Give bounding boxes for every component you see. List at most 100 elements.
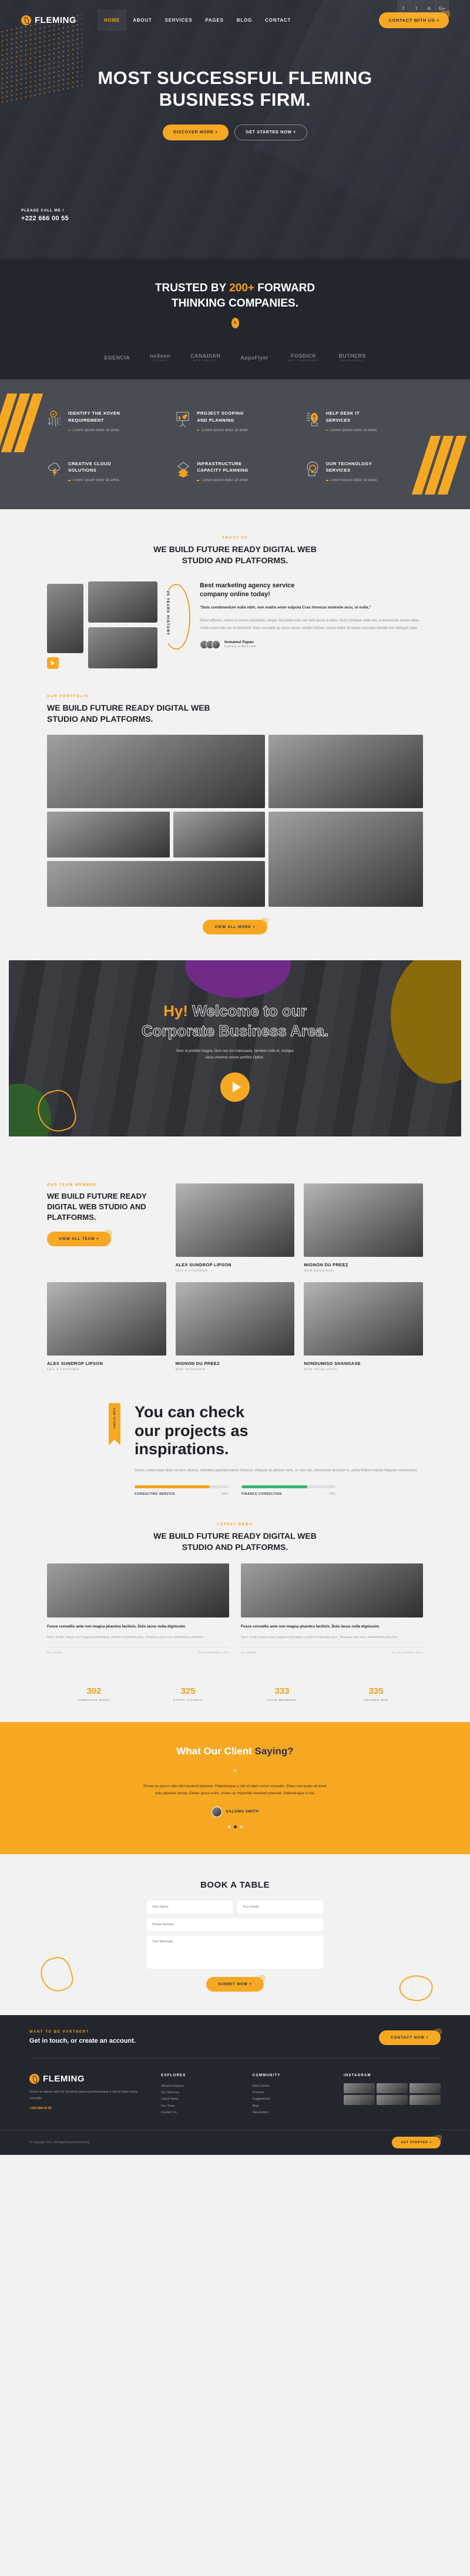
service-card[interactable]: OUR TECHNOLOGY SERVICES Lorem ipsum dolor…: [305, 460, 423, 482]
portfolio-item[interactable]: [47, 735, 265, 809]
view-all-more-button[interactable]: VIEW ALL MORE +: [203, 918, 268, 935]
instagram-thumb[interactable]: [377, 2083, 408, 2093]
welcome-play-button[interactable]: [220, 1072, 250, 1102]
avatar: [212, 640, 220, 649]
social-linkedin-icon[interactable]: in: [423, 0, 436, 16]
testimonial-title-dark: Saying?: [254, 1745, 294, 1757]
footer-copyright: © Copyright 2021, All Right Reserved Fle…: [29, 2140, 90, 2144]
news-date: 25 DECEMBER 2021: [197, 1651, 229, 1654]
team-title: WE BUILD FUTURE READY DIGITAL WEB STUDIO …: [47, 1192, 147, 1222]
team-member-card[interactable]: MIGNON DU PREEZ WEB DESIGNER: [175, 1282, 295, 1371]
service-desc: Lorem ipsum dolor sit amet.: [325, 428, 378, 432]
call-number[interactable]: +222 666 00 55: [21, 215, 69, 222]
nav-item-home[interactable]: HOME: [98, 9, 127, 31]
news-eyebrow: LATEST NEWS: [217, 1523, 253, 1527]
instagram-thumb[interactable]: [344, 2083, 375, 2093]
footer-phone[interactable]: +222 666 00 55: [29, 2106, 150, 2112]
service-card[interactable]: INFRASTRUCTURE CAPACITY PLANNING Lorem ip…: [176, 460, 294, 482]
nav-item-about[interactable]: ABOUT: [126, 9, 158, 31]
get-started-now-button[interactable]: GET STARTED NOW +: [234, 125, 307, 141]
carousel-dot[interactable]: [227, 1825, 231, 1828]
nav-item-pages[interactable]: PAGES: [199, 9, 230, 31]
discover-more-button[interactable]: DISCOVER MORE +: [163, 125, 229, 141]
footer-link[interactable]: Contact Us: [161, 2110, 241, 2116]
team-member-card[interactable]: ALEX SUNDROP LIPSON CEO & FOUNDER: [47, 1282, 166, 1371]
service-card[interactable]: HELP DESK IT SERVICES Lorem ipsum dolor s…: [305, 410, 423, 432]
team-member-role: CEO & FOUNDER: [47, 1368, 79, 1372]
booking-section: BOOK A TABLE SUBMIT NOW +: [0, 1854, 470, 2015]
footer-contact-now-button[interactable]: CONTACT NOW +: [379, 2028, 442, 2045]
footer-main: FLEMING Donec eu ipsum odio bid hendreri…: [29, 2059, 441, 2130]
service-card[interactable]: CREATIVE CLOUD SOLUTIONS Lorem ipsum dolo…: [47, 460, 165, 482]
instagram-thumb[interactable]: [344, 2094, 375, 2105]
portfolio-item[interactable]: [268, 735, 423, 809]
team-member-card[interactable]: MIGNON DU PREEZ WEB DESIGNER: [304, 1183, 423, 1273]
dash-icon: [68, 429, 70, 431]
counter-item: 302 COMPLETE WORK: [47, 1686, 141, 1702]
counter-label: HAPPY CLIENTS: [173, 1699, 203, 1702]
about-play-button[interactable]: [47, 657, 59, 669]
testimonial-author-name: SALOMA SMITH: [226, 1810, 259, 1814]
years-history-badge: 25 YEARS HISTORY: [162, 584, 190, 650]
footer-logo-text: FLEMING: [43, 2073, 85, 2084]
news-image: [47, 1563, 229, 1617]
team-member-card[interactable]: NONDUMISO SHANGASE WEB DEVELOPER: [304, 1282, 423, 1371]
service-card[interactable]: IDENTIFY THE XOVEN REQUIREMENT Lorem ipsu…: [47, 410, 165, 432]
footer-get-started-button[interactable]: GET STARTED +: [392, 2134, 442, 2148]
nav-item-contact[interactable]: CONTACT: [258, 9, 297, 31]
play-icon: [232, 1081, 241, 1092]
brand-logo-nexeon: neXeon TECHNO: [150, 353, 170, 362]
instagram-thumb[interactable]: [409, 2094, 441, 2105]
instagram-thumb[interactable]: [409, 2083, 441, 2093]
nav-item-services[interactable]: SERVICES: [159, 9, 199, 31]
team-member-name: NONDUMISO SHANGASE: [304, 1361, 361, 1367]
portfolio-item[interactable]: [47, 812, 170, 858]
news-card[interactable]: Fusce convallis ante non magna pharetra …: [241, 1563, 423, 1654]
footer-link[interactable]: Suggestions: [253, 2096, 333, 2103]
footer-link[interactable]: Blog: [253, 2103, 333, 2110]
email-input[interactable]: [237, 1900, 323, 1913]
footer-link[interactable]: Help Center: [253, 2083, 333, 2090]
news-title: WE BUILD FUTURE READY DIGITAL WEB STUDIO …: [153, 1531, 317, 1552]
team-member-role: CEO & FOUNDER: [175, 1269, 208, 1273]
footer-cta-eyebrow: WANT TO BE PARTNER?: [29, 2030, 89, 2034]
counters-section: 302 COMPLETE WORK 325 HAPPY CLIENTS 333 …: [0, 1672, 470, 1722]
layers-stack-icon: [176, 460, 191, 478]
counter-item: 325 HAPPY CLIENTS: [141, 1686, 235, 1702]
footer-link[interactable]: Our Services: [161, 2090, 241, 2096]
news-card[interactable]: Fusce convallis ante non magna pharetra …: [47, 1563, 229, 1654]
footer-logo[interactable]: FLEMING: [29, 2073, 150, 2084]
portfolio-item[interactable]: [47, 861, 265, 907]
portfolio-section: OUR PORTFOLIO WE BUILD FUTURE READY DIGI…: [0, 674, 470, 959]
footer-link[interactable]: Our Team: [161, 2103, 241, 2110]
social-twitter-icon[interactable]: t: [410, 0, 423, 16]
social-facebook-icon[interactable]: f: [397, 0, 410, 16]
author-role: CUFKO DIRECTOR: [224, 645, 257, 649]
brand-sub: EST. CORPORATE: [288, 359, 319, 362]
presentation-chart-icon: [176, 410, 191, 428]
instagram-thumb[interactable]: [377, 2094, 408, 2105]
footer-link[interactable]: Newsletters: [253, 2110, 333, 2116]
trusted-count: 200+: [229, 282, 255, 294]
carousel-dot[interactable]: [239, 1825, 243, 1828]
footer-link[interactable]: Latest News: [161, 2096, 241, 2103]
service-card[interactable]: PROJECT SCOPING AND PLANNING Lorem ipsum …: [176, 410, 294, 432]
portfolio-item[interactable]: [268, 812, 423, 907]
carousel-dots: [0, 1825, 470, 1828]
service-text: CREATIVE CLOUD SOLUTIONS Lorem ipsum dolo…: [68, 460, 120, 482]
view-all-team-button[interactable]: VIEW ALL TEAM +: [47, 1230, 112, 1247]
team-member-card[interactable]: ALEX SUNDROP LIPSON CEO & FOUNDER: [175, 1183, 295, 1273]
brand-logo-buthers: BUTHERS RESTAURANT: [338, 353, 365, 362]
social-google-plus-icon[interactable]: G+: [436, 0, 449, 16]
site-logo[interactable]: FLEMING: [21, 15, 76, 25]
nav-item-blog[interactable]: BLOG: [230, 9, 258, 31]
phone-input[interactable]: [147, 1918, 323, 1931]
message-textarea[interactable]: [147, 1935, 323, 1969]
carousel-dot-active[interactable]: [233, 1825, 237, 1828]
footer-link[interactable]: Partners: [253, 2090, 333, 2096]
skill-value: / 80%: [220, 1492, 229, 1496]
name-input[interactable]: [147, 1900, 233, 1913]
submit-now-button[interactable]: SUBMIT NOW +: [206, 1975, 265, 1992]
footer-link[interactable]: About Company: [161, 2083, 241, 2090]
portfolio-item[interactable]: [173, 812, 265, 858]
